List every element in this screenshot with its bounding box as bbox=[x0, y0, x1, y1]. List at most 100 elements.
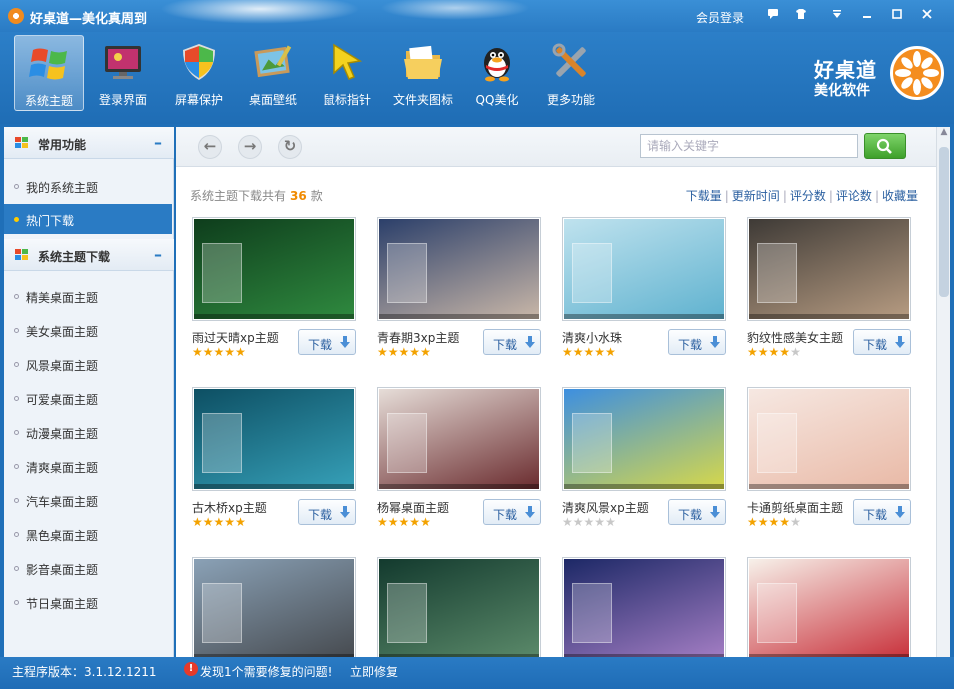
star-filled-icon: ★ bbox=[387, 345, 399, 359]
tool-label: 鼠标指针 bbox=[322, 93, 371, 107]
scroll-up-icon[interactable]: ▲ bbox=[937, 127, 951, 141]
preview-window-decoration bbox=[572, 243, 612, 303]
sidebar-item-my-themes[interactable]: 我的系统主题 bbox=[4, 171, 172, 201]
sidebar-item-label: 热门下载 bbox=[26, 214, 75, 228]
theme-thumbnail[interactable] bbox=[562, 557, 726, 661]
sort-by-comments[interactable]: 评论数 bbox=[836, 189, 872, 203]
bullet-icon bbox=[14, 566, 19, 571]
star-filled-icon: ★ bbox=[377, 345, 388, 359]
download-button[interactable]: 下载 bbox=[298, 499, 356, 525]
sidebar-item-category[interactable]: 可爱桌面主题 bbox=[4, 383, 172, 413]
theme-name: 古木桥xp主题 bbox=[192, 501, 267, 515]
collapse-icon[interactable]: – bbox=[154, 245, 162, 264]
tool-wallpaper[interactable]: 桌面壁纸 bbox=[238, 35, 308, 111]
theme-card: 卡通剪纸桌面主题 ★★★★★ 下载 bbox=[747, 387, 917, 537]
chat-icon[interactable] bbox=[762, 6, 784, 26]
download-arrow-icon bbox=[525, 336, 535, 348]
theme-thumbnail[interactable] bbox=[377, 387, 541, 491]
sort-by-update-time[interactable]: 更新时间 bbox=[732, 189, 780, 203]
sort-by-downloads[interactable]: 下载量 bbox=[686, 189, 722, 203]
preview-taskbar-decoration bbox=[749, 314, 909, 319]
close-icon[interactable] bbox=[916, 6, 938, 26]
sidebar-section-theme-download[interactable]: 系统主题下载 – bbox=[4, 239, 174, 271]
preview-window-decoration bbox=[387, 583, 427, 643]
sidebar-section-common[interactable]: 常用功能 – bbox=[4, 127, 174, 159]
star-empty-icon: ★ bbox=[594, 515, 606, 529]
theme-name: 青春期3xp主题 bbox=[377, 331, 460, 345]
forward-arrow-icon[interactable]: → bbox=[238, 135, 262, 159]
collapse-icon[interactable]: – bbox=[154, 133, 162, 152]
download-button[interactable]: 下载 bbox=[483, 329, 541, 355]
search-button[interactable] bbox=[864, 133, 906, 159]
theme-name: 清爽风景xp主题 bbox=[562, 501, 649, 515]
download-button[interactable]: 下载 bbox=[668, 329, 726, 355]
theme-thumbnail[interactable] bbox=[747, 387, 911, 491]
sidebar-item-category[interactable]: 精美桌面主题 bbox=[4, 281, 172, 311]
theme-thumbnail[interactable] bbox=[562, 217, 726, 321]
summary-prefix: 系统主题下载共有 bbox=[190, 189, 287, 203]
sidebar-item-category[interactable]: 节日桌面主题 bbox=[4, 587, 172, 617]
sidebar-item-category[interactable]: 黑色桌面主题 bbox=[4, 519, 172, 549]
theme-thumbnail[interactable] bbox=[192, 217, 356, 321]
sidebar-item-hot-downloads[interactable]: 热门下载 bbox=[4, 204, 172, 234]
sidebar-item-category[interactable]: 风景桌面主题 bbox=[4, 349, 172, 379]
download-button[interactable]: 下载 bbox=[298, 329, 356, 355]
bullet-icon bbox=[14, 362, 19, 367]
scroll-thumb[interactable] bbox=[939, 147, 949, 297]
theme-thumbnail[interactable] bbox=[377, 557, 541, 661]
tool-folder-icon[interactable]: 文件夹图标 bbox=[388, 35, 458, 111]
maximize-icon[interactable] bbox=[886, 6, 908, 26]
star-filled-icon: ★ bbox=[202, 515, 214, 529]
theme-preview-image bbox=[564, 389, 724, 489]
download-arrow-icon bbox=[340, 336, 350, 348]
theme-thumbnail[interactable] bbox=[192, 387, 356, 491]
vertical-scrollbar[interactable]: ▲ bbox=[936, 127, 950, 657]
star-filled-icon: ★ bbox=[192, 515, 203, 529]
rating-stars: ★★★★★ bbox=[747, 345, 801, 359]
star-filled-icon: ★ bbox=[377, 515, 388, 529]
sort-by-rating[interactable]: 评分数 bbox=[790, 189, 826, 203]
refresh-icon[interactable]: ↻ bbox=[278, 135, 302, 159]
preview-window-decoration bbox=[572, 583, 612, 643]
bullet-icon bbox=[14, 294, 19, 299]
download-button[interactable]: 下载 bbox=[853, 329, 911, 355]
sidebar: 常用功能 – 我的系统主题 热门下载 系统主题下载 – 精美桌面主题 美女桌面主… bbox=[4, 127, 174, 657]
tool-screensaver[interactable]: 屏幕保护 bbox=[164, 35, 234, 111]
app-logo-icon bbox=[8, 8, 24, 24]
star-filled-icon: ★ bbox=[768, 345, 780, 359]
star-filled-icon: ★ bbox=[572, 345, 584, 359]
theme-thumbnail[interactable] bbox=[192, 557, 356, 661]
star-filled-icon: ★ bbox=[594, 345, 606, 359]
theme-thumbnail[interactable] bbox=[562, 387, 726, 491]
download-button[interactable]: 下载 bbox=[853, 499, 911, 525]
tool-more-features[interactable]: 更多功能 bbox=[536, 35, 606, 111]
tool-system-theme[interactable]: 系统主题 bbox=[14, 35, 84, 111]
minimize-icon[interactable] bbox=[856, 6, 878, 26]
download-button[interactable]: 下载 bbox=[483, 499, 541, 525]
theme-thumbnail[interactable] bbox=[377, 217, 541, 321]
tool-mouse-pointer[interactable]: 鼠标指针 bbox=[312, 35, 382, 111]
theme-preview-image bbox=[194, 389, 354, 489]
preview-taskbar-decoration bbox=[194, 314, 354, 319]
back-arrow-icon[interactable]: ← bbox=[198, 135, 222, 159]
search-input[interactable] bbox=[640, 134, 858, 158]
skin-icon[interactable] bbox=[790, 6, 812, 26]
sidebar-item-category[interactable]: 清爽桌面主题 bbox=[4, 451, 172, 481]
theme-thumbnail[interactable] bbox=[747, 217, 911, 321]
sidebar-item-category[interactable]: 汽车桌面主题 bbox=[4, 485, 172, 515]
sidebar-item-category[interactable]: 影音桌面主题 bbox=[4, 553, 172, 583]
theme-thumbnail[interactable] bbox=[747, 557, 911, 661]
theme-card: 清爽风景xp主题 ★★★★★ 下载 bbox=[562, 387, 732, 537]
sort-by-favorites[interactable]: 收藏量 bbox=[882, 189, 918, 203]
tool-label: QQ美化 bbox=[475, 93, 519, 107]
sidebar-item-label: 可爱桌面主题 bbox=[26, 393, 99, 407]
download-button[interactable]: 下载 bbox=[668, 499, 726, 525]
sidebar-item-category[interactable]: 美女桌面主题 bbox=[4, 315, 172, 345]
tool-qq-beautify[interactable]: QQ美化 bbox=[462, 35, 532, 111]
download-label: 下载 bbox=[678, 338, 703, 352]
fix-now-link[interactable]: 立即修复 bbox=[350, 663, 398, 680]
menu-icon[interactable] bbox=[826, 6, 848, 26]
member-login-link[interactable]: 会员登录 bbox=[696, 9, 744, 26]
sidebar-item-category[interactable]: 动漫桌面主题 bbox=[4, 417, 172, 447]
tool-login-screen[interactable]: 登录界面 bbox=[88, 35, 158, 111]
